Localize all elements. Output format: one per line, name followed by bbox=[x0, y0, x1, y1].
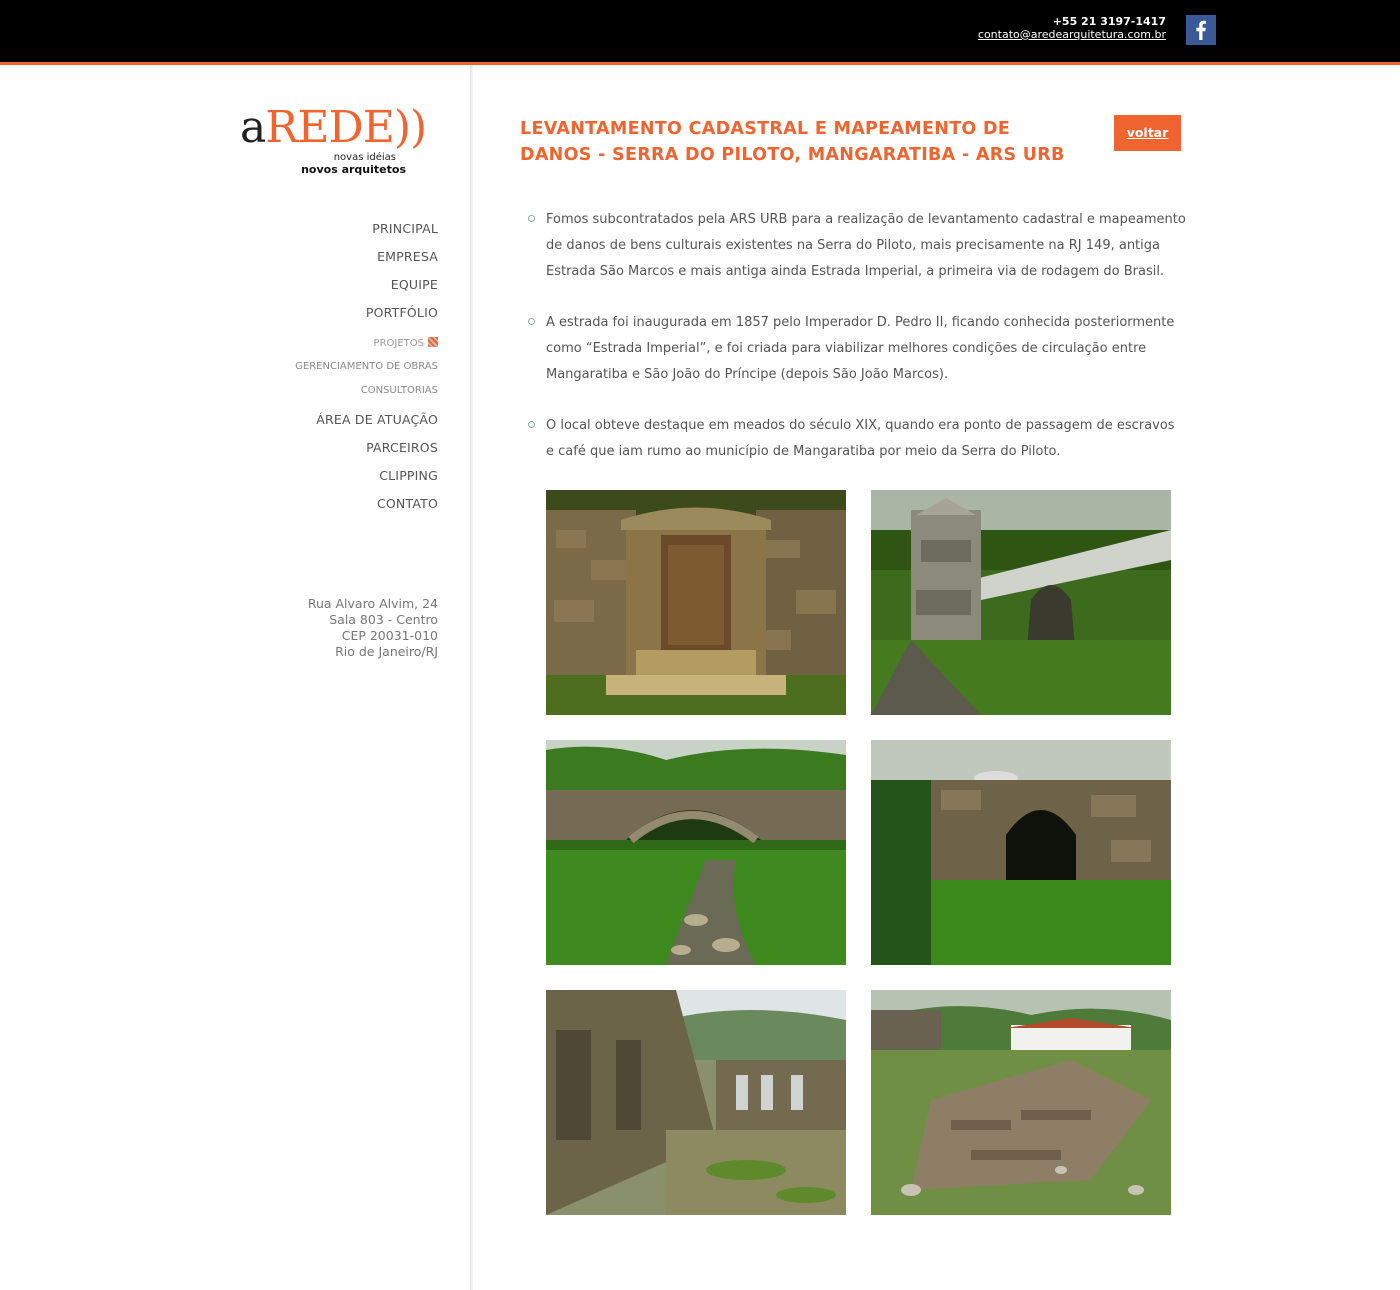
nav-subitem-projetos[interactable]: PROJETOS bbox=[374, 337, 438, 349]
nav-item-clipping[interactable]: CLIPPING bbox=[379, 468, 438, 483]
logo-wordmark: aREDE)) bbox=[240, 102, 427, 153]
contact-phone: +55 21 3197-1417 bbox=[1052, 15, 1166, 28]
address-line: Rua Alvaro Alvim, 24 bbox=[307, 596, 438, 611]
bullet-icon bbox=[528, 421, 535, 428]
bullet-icon bbox=[528, 215, 535, 222]
back-button[interactable]: voltar bbox=[1114, 115, 1181, 151]
nav-subitem-projetos-label: PROJETOS bbox=[373, 338, 424, 349]
sidebar-divider bbox=[470, 65, 473, 1290]
logo-tagline-1: novas idéias bbox=[333, 152, 396, 163]
facebook-icon[interactable] bbox=[1186, 15, 1216, 45]
nav-subitem-consultorias[interactable]: CONSULTORIAS bbox=[361, 385, 438, 396]
address-line: Sala 803 - Centro bbox=[329, 612, 438, 627]
address-line: CEP 20031-010 bbox=[341, 628, 438, 643]
accent-divider bbox=[0, 62, 1400, 65]
top-bar: +55 21 3197-1417 contato@aredearquitetur… bbox=[0, 0, 1400, 62]
gallery-photo-arch-stream[interactable] bbox=[546, 740, 846, 965]
gallery-photo-bridge-wall[interactable] bbox=[871, 490, 1171, 715]
logo-tagline-2: novos arquitetos bbox=[301, 163, 406, 176]
address-line: Rio de Janeiro/RJ bbox=[335, 644, 438, 659]
page-title: LEVANTAMENTO CADASTRAL E MAPEAMENTO DE D… bbox=[520, 119, 1065, 165]
bullet-icon bbox=[528, 318, 535, 325]
gallery-photo-stone-culvert[interactable] bbox=[871, 740, 1171, 965]
nav-item-equipe[interactable]: EQUIPE bbox=[391, 277, 438, 292]
nav-item-empresa[interactable]: EMPRESA bbox=[377, 249, 438, 264]
paragraph-text: Fomos subcontratados pela ARS URB para a… bbox=[546, 212, 1186, 279]
logo[interactable]: aREDE)) novas idéias novos arquitetos bbox=[240, 100, 440, 180]
nav-subitem-gerenciamento[interactable]: GERENCIAMENTO DE OBRAS bbox=[295, 361, 438, 372]
paragraph-text: O local obteve destaque em meados do séc… bbox=[546, 418, 1175, 459]
gallery-photo-stone-doorway[interactable] bbox=[546, 490, 846, 715]
nav-item-area-atuacao[interactable]: ÁREA DE ATUAÇÃO bbox=[316, 412, 438, 427]
nav-item-parceiros[interactable]: PARCEIROS bbox=[366, 440, 438, 455]
address-block: Rua Alvaro Alvim, 24 Sala 803 - Centro C… bbox=[308, 596, 438, 660]
nav-item-contato[interactable]: CONTATO bbox=[377, 496, 438, 511]
gallery-photo-ruins-corridor[interactable] bbox=[546, 990, 846, 1215]
nav-item-portfolio[interactable]: PORTFÓLIO bbox=[366, 305, 438, 320]
nav-item-principal[interactable]: PRINCIPAL bbox=[372, 221, 438, 236]
paragraph-text: A estrada foi inaugurada em 1857 pelo Im… bbox=[546, 315, 1175, 382]
gallery-photo-excavation[interactable] bbox=[871, 990, 1171, 1215]
active-marker-icon bbox=[428, 337, 438, 347]
contact-email-link[interactable]: contato@aredearquitetura.com.br bbox=[978, 28, 1166, 41]
